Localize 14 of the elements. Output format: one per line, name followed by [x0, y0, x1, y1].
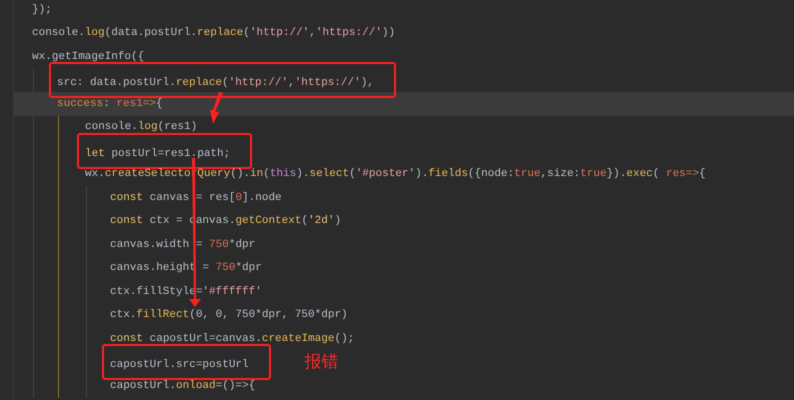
code-line: wx.getImageInfo({: [32, 50, 144, 65]
code-line: capostUrl.src=postUrl: [110, 359, 249, 372]
code-line: success: res1=>{: [57, 96, 163, 112]
code-line: });: [32, 2, 52, 18]
code-line: console.log(res1): [85, 120, 198, 136]
code-line: canvas.width = 750*dpr: [110, 238, 256, 253]
annotation-text: 报错: [304, 352, 339, 372]
code-line: console.log(data.postUrl.replace('http://','https://')): [32, 26, 396, 42]
code-line: src: data.postUrl.replace('http://','https://'),: [57, 77, 374, 90]
code-line: ctx.fillRect(0, 0, 750*dpr, 750*dpr): [110, 308, 348, 324]
code-line: const capostUrl=canvas.createImage();: [110, 332, 354, 347]
code-line: capostUrl.onload=()=>{: [110, 378, 256, 394]
code-line: let postUrl=res1.path;: [85, 148, 230, 160]
code-line: const canvas = res[0].node: [110, 190, 282, 206]
